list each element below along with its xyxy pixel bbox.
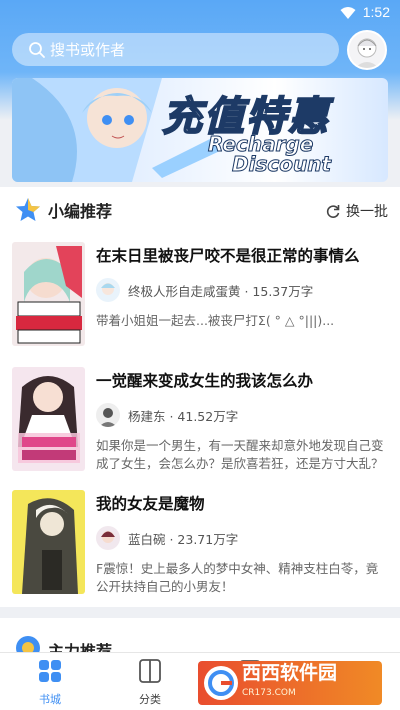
author-meta: 终极人形自走咸蛋黄 · 15.37万字 [128,283,314,299]
refresh-icon [326,205,340,218]
user-avatar[interactable] [347,30,387,70]
section-title: 小编推荐 [48,202,113,221]
category-icon [139,659,161,683]
tab-label: 分类 [139,693,161,706]
author-meta: 蓝白碗 · 23.71万字 [128,531,239,547]
book-item[interactable]: 一觉醒来变成女生的我该怎么办 杨建东 · 41.52万字 如果你是一个男生，有一… [12,367,388,475]
book-author: 终极人形自走咸蛋黄 · 15.37万字 [96,278,313,302]
watermark-url: CR173.COM [242,688,296,698]
search-placeholder: 搜书或作者 [50,41,126,59]
tab-category[interactable]: 分类 [120,659,180,707]
wifi-icon [340,5,356,24]
book-title[interactable]: 在末日里被丧尸咬不是很正常的事情么 [96,244,360,266]
tab-label: 书城 [39,693,61,706]
bookstore-icon [39,660,61,682]
book-cover[interactable] [12,367,85,471]
author-avatar [96,403,120,427]
book-description: 带着小姐姐一起去...被丧尸打Σ( ° △ °|||)... [96,313,335,328]
book-item[interactable]: 在末日里被丧尸咬不是很正常的事情么 终极人形自走咸蛋黄 · 15.37万字 带着… [12,242,388,350]
refresh-button[interactable]: 换一批 [325,201,388,221]
editor-recommend-section: 小编推荐 换一批 在末日里被丧尸咬不是很正常的事情么 终极人形自走咸蛋黄 · 1… [0,187,400,607]
watermark-logo-icon [204,666,238,700]
book-cover[interactable] [12,490,85,594]
book-cover[interactable] [12,242,85,346]
tab-bookstore[interactable]: 书城 [20,659,80,707]
star-icon [16,198,40,221]
book-description: 如果你是一个男生，有一天醒来却意外地发现自己变成了女生，会怎么办？是欣喜若狂，还… [96,438,384,471]
section-header: 小编推荐 [14,195,112,225]
book-title[interactable]: 我的女友是魔物 [96,492,205,514]
book-description: F震惊！史上最多人的梦中女神、精神支柱白苓，竟公开扶持自己的小男友！ [96,561,379,594]
book-item[interactable]: 我的女友是魔物 蓝白碗 · 23.71万字 F震惊！史上最多人的梦中女神、精神支… [12,490,388,598]
refresh-label: 换一批 [346,204,388,220]
banner-subtitle-2: Discount [232,152,332,177]
book-author: 杨建东 · 41.52万字 [96,403,238,427]
book-title[interactable]: 一觉醒来变成女生的我该怎么办 [96,369,313,391]
author-meta: 杨建东 · 41.52万字 [128,408,239,424]
watermark-text: 西西软件园 CR173.COM [242,663,337,703]
author-avatar [96,278,120,302]
book-author: 蓝白碗 · 23.71万字 [96,526,238,550]
author-avatar [96,526,120,550]
search-input[interactable]: 搜书或作者 [12,33,339,66]
promo-banner[interactable]: 充值特惠 Recharge Discount [12,78,388,182]
status-bar: 1:52 [0,0,400,26]
site-watermark: 西西软件园 CR173.COM [198,661,382,705]
status-time: 1:52 [362,4,390,20]
watermark-name: 西西软件园 [242,662,338,684]
search-icon [29,41,45,58]
